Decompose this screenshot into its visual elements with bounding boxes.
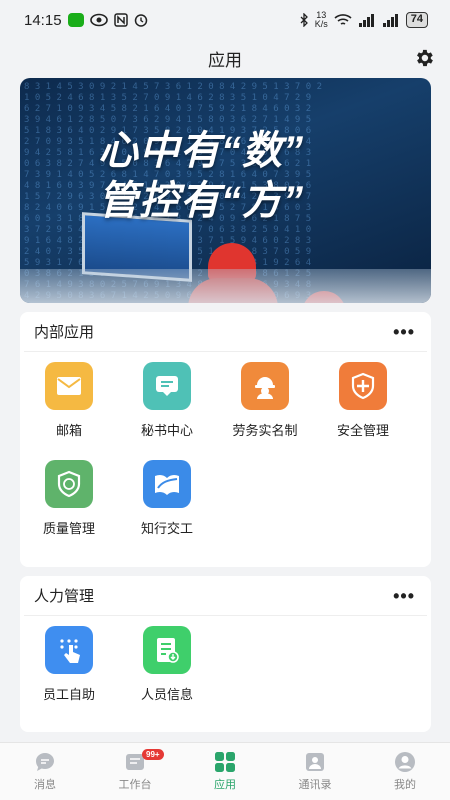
workbench-badge: 99+ <box>142 749 164 760</box>
hr-management-title: 人力管理 <box>34 588 95 605</box>
chat-icon <box>34 751 56 773</box>
app-header: 应用 <box>0 40 450 76</box>
promo-banner[interactable]: 8 3 1 4 5 3 0 9 2 1 4 5 7 3 6 1 2 0 8 4 … <box>20 78 431 303</box>
wifi-icon <box>334 13 352 27</box>
app-secretary-center-label: 秘书中心 <box>140 423 193 438</box>
banner-headline-2: 管控有“方” <box>98 179 304 223</box>
status-time: 14:15 <box>24 11 62 29</box>
app-safety-management[interactable]: 安全管理 <box>314 360 412 458</box>
settings-button[interactable] <box>412 46 436 70</box>
worker-helmet-icon <box>241 362 289 410</box>
wechat-icon <box>67 13 84 27</box>
apps-grid-icon <box>214 751 236 773</box>
app-mail-label: 邮箱 <box>55 423 82 438</box>
bottom-navigation: 消息 99+ 工作台 应用 通讯录 我的 <box>0 742 450 800</box>
network-speed: 13 K/s <box>314 10 328 29</box>
nav-profile-label: 我的 <box>394 779 416 791</box>
nav-profile[interactable]: 我的 <box>360 743 450 800</box>
nav-workbench-label: 工作台 <box>118 779 152 791</box>
banner-ground <box>20 269 431 303</box>
internal-apps-title: 内部应用 <box>34 324 95 341</box>
internal-apps-card: 内部应用 ••• 邮箱 秘书中心 劳务实名制 安全管理 质量管理 知行交工 <box>20 312 431 567</box>
app-personnel-info-label: 人员信息 <box>140 687 193 702</box>
nav-workbench[interactable]: 99+ 工作台 <box>90 743 180 800</box>
app-personnel-info[interactable]: 人员信息 <box>118 624 216 722</box>
nav-apps[interactable]: 应用 <box>180 743 270 800</box>
signal-icon-2 <box>382 13 400 27</box>
internal-apps-header: 内部应用 ••• <box>24 312 427 352</box>
contacts-icon <box>304 751 326 773</box>
status-bar: 14:15 13 K/s 74 <box>0 0 450 40</box>
hr-management-header: 人力管理 ••• <box>24 576 427 616</box>
app-labor-realname[interactable]: 劳务实名制 <box>216 360 314 458</box>
document-icon <box>143 626 191 674</box>
nav-contacts-label: 通讯录 <box>298 779 332 791</box>
touch-icon <box>45 626 93 674</box>
internal-apps-more-button[interactable]: ••• <box>393 323 415 341</box>
app-labor-realname-label: 劳务实名制 <box>232 423 298 438</box>
shield-cross-icon <box>339 362 387 410</box>
app-quality-management-label: 质量管理 <box>42 521 95 536</box>
alarm-icon <box>134 13 148 27</box>
profile-icon <box>394 751 416 773</box>
hr-management-more-button[interactable]: ••• <box>393 587 415 605</box>
page-title: 应用 <box>208 50 242 70</box>
mail-icon <box>45 362 93 410</box>
bluetooth-icon <box>299 13 309 27</box>
app-secretary-center[interactable]: 秘书中心 <box>118 360 216 458</box>
nav-apps-label: 应用 <box>214 779 236 791</box>
signal-icon <box>358 13 376 27</box>
app-employee-self-service-label: 员工自助 <box>42 687 95 702</box>
app-mail[interactable]: 邮箱 <box>20 360 118 458</box>
message-icon <box>143 362 191 410</box>
app-zhixing-jiaogong-label: 知行交工 <box>140 521 193 536</box>
quality-shield-icon <box>45 460 93 508</box>
nav-messages[interactable]: 消息 <box>0 743 90 800</box>
hr-management-card: 人力管理 ••• 员工自助 人员信息 <box>20 576 431 732</box>
book-icon <box>143 460 191 508</box>
app-employee-self-service[interactable]: 员工自助 <box>20 624 118 722</box>
nfc-icon <box>113 13 128 27</box>
app-quality-management[interactable]: 质量管理 <box>20 458 118 556</box>
eye-icon <box>89 13 108 27</box>
nav-contacts[interactable]: 通讯录 <box>270 743 360 800</box>
battery-indicator: 74 <box>405 12 428 28</box>
nav-messages-label: 消息 <box>34 779 56 791</box>
gear-icon <box>417 49 433 67</box>
app-zhixing-jiaogong[interactable]: 知行交工 <box>118 458 216 556</box>
app-safety-management-label: 安全管理 <box>336 423 389 438</box>
